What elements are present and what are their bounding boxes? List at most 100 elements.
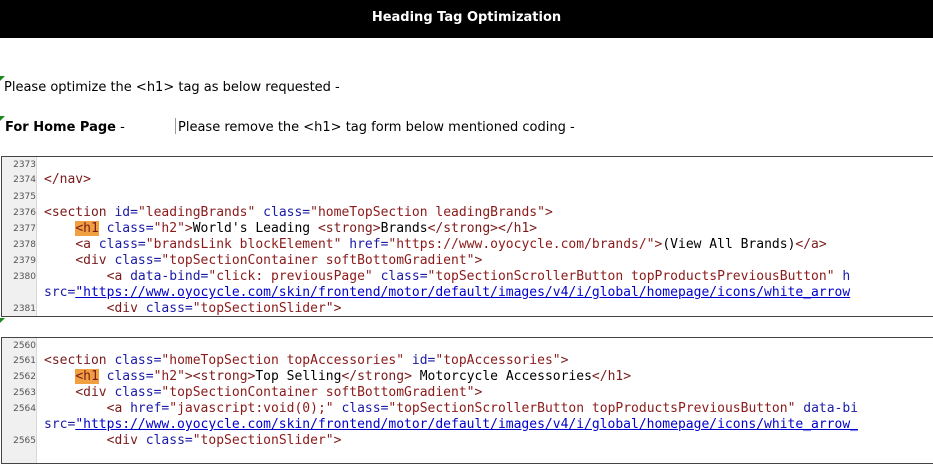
code-block-1: 2373 2374 </nav> 2375 2376 <section id="leadi… — [1, 156, 933, 317]
code-block-2: 2560 2561 <section class="homeTopSection t… — [1, 337, 933, 464]
code-token: ><strong> — [184, 369, 256, 384]
code-token: class= — [106, 353, 162, 368]
line-number: 2377 — [13, 224, 36, 234]
code-token: class= — [255, 205, 311, 220]
code-token: "topAccessories" — [435, 353, 561, 368]
code-token: data-bi — [795, 401, 859, 416]
code-token: <div — [75, 253, 107, 268]
line-number: 2380 — [13, 272, 36, 282]
code-text: src="https://www.oyocycle.com/skin/front… — [44, 285, 850, 300]
code-token: class= — [333, 401, 389, 416]
code-token: Motorcycle Accessories — [411, 369, 592, 384]
code-token: </strong> — [341, 369, 412, 384]
code-token: class= — [98, 369, 154, 384]
code-text: <h1 class="h2"><strong>Top Selling</stro… — [44, 369, 631, 384]
line-number: 2379 — [13, 256, 36, 266]
home-page-title: For Home Page — [5, 120, 116, 135]
code-text: <div class="topSectionContainer softBott… — [44, 253, 482, 268]
line-number: 2381 — [13, 304, 36, 314]
line-number: 2373 — [13, 160, 36, 170]
page-header: Heading Tag Optimization — [0, 0, 933, 38]
code-token: class= — [90, 237, 146, 252]
page-title: Heading Tag Optimization — [371, 10, 562, 25]
code-token: </h1> — [591, 369, 632, 384]
highlighted-h1-tag: <h1 — [75, 221, 99, 236]
line-number: 2560 — [13, 341, 36, 351]
code-token: "https://www.oyocycle.com/brands/" — [388, 237, 655, 252]
code-token: > — [184, 221, 193, 236]
code-token: data-bind= — [122, 269, 209, 284]
code-token: <section — [44, 353, 107, 368]
line-number: 2564 — [13, 404, 36, 414]
code-token: href= — [122, 401, 170, 416]
code-text: <a href="javascript:void(0);" class="top… — [44, 401, 858, 416]
code-token: "javascript:void(0);" — [169, 401, 334, 416]
code-url: "https://www.oyocycle.com/skin/frontend/… — [75, 417, 858, 432]
code-token: <div — [106, 433, 138, 448]
line-number: 2562 — [13, 372, 36, 382]
code-text: </nav> — [44, 172, 91, 187]
code-token: <a — [106, 401, 123, 416]
code-token: <section — [44, 205, 107, 220]
remove-instruction: Please remove the <h1> tag form below me… — [178, 120, 575, 135]
code-token: <a — [75, 237, 91, 252]
code-url: "https://www.oyocycle.com/skin/frontend/… — [75, 285, 851, 300]
code-token: </nav> — [44, 172, 91, 187]
code-text: <h1 class="h2">World's Leading <strong>B… — [44, 221, 537, 236]
code-token: <strong> — [317, 221, 381, 236]
code-token: <div — [106, 301, 138, 316]
line-number: 2561 — [13, 356, 36, 366]
code-token: "homeTopSection topAccessories" — [161, 353, 405, 368]
code-token: </strong></h1> — [427, 221, 538, 236]
code-token: "h2" — [153, 369, 185, 384]
line-number: 2563 — [13, 388, 36, 398]
line-number: 2565 — [13, 436, 36, 446]
code-token: src= — [44, 417, 76, 432]
code-token: </a> — [795, 237, 827, 252]
code-token: "topSectionSlider" — [192, 301, 334, 316]
code-token: > — [333, 433, 342, 448]
code-token: "click: previousPage" — [208, 269, 373, 284]
code-token: Brands — [380, 221, 428, 236]
code-token: src= — [44, 285, 76, 300]
code-token: class= — [106, 253, 162, 268]
code-text: src="https://www.oyocycle.com/skin/front… — [44, 417, 858, 432]
code-token: > — [474, 385, 483, 400]
code-token: > — [474, 253, 483, 268]
code-token: "homeTopSection leadingBrands" — [310, 205, 545, 220]
cell-divider — [175, 118, 176, 134]
code-token: "topSectionScrollerButton topProductsPre… — [427, 269, 835, 284]
code-text: <div class="topSectionSlider"> — [44, 301, 342, 316]
comment-marker — [0, 318, 5, 323]
line-number: 2374 — [13, 175, 36, 185]
code-token: "h2" — [153, 221, 185, 236]
code-token: class= — [98, 221, 154, 236]
code-token: "topSectionContainer softBottomGradient" — [161, 385, 475, 400]
code-text: <section class="homeTopSection topAccess… — [44, 353, 568, 368]
line-number: 2376 — [13, 208, 36, 218]
highlighted-h1-tag: <h1 — [75, 369, 99, 384]
code-token: href= — [341, 237, 389, 252]
line-number: 2378 — [13, 240, 36, 250]
code-token: class= — [372, 269, 428, 284]
code-token: World's Leading — [192, 221, 318, 236]
home-page-label: For Home Page - — [5, 120, 125, 135]
code-token: "brandsLink blockElement" — [145, 237, 342, 252]
code-token: "topSectionSlider" — [192, 433, 334, 448]
code-token: > — [333, 301, 342, 316]
code-text: <a class="brandsLink blockElement" href=… — [44, 237, 827, 252]
code-token: h — [834, 269, 851, 284]
code-token: <div — [75, 385, 107, 400]
code-text: <a data-bind="click: previousPage" class… — [44, 269, 851, 284]
code-token: "topSectionContainer softBottomGradient" — [161, 253, 475, 268]
code-token: (View All Brands) — [662, 237, 796, 252]
code-token: <a — [106, 269, 123, 284]
